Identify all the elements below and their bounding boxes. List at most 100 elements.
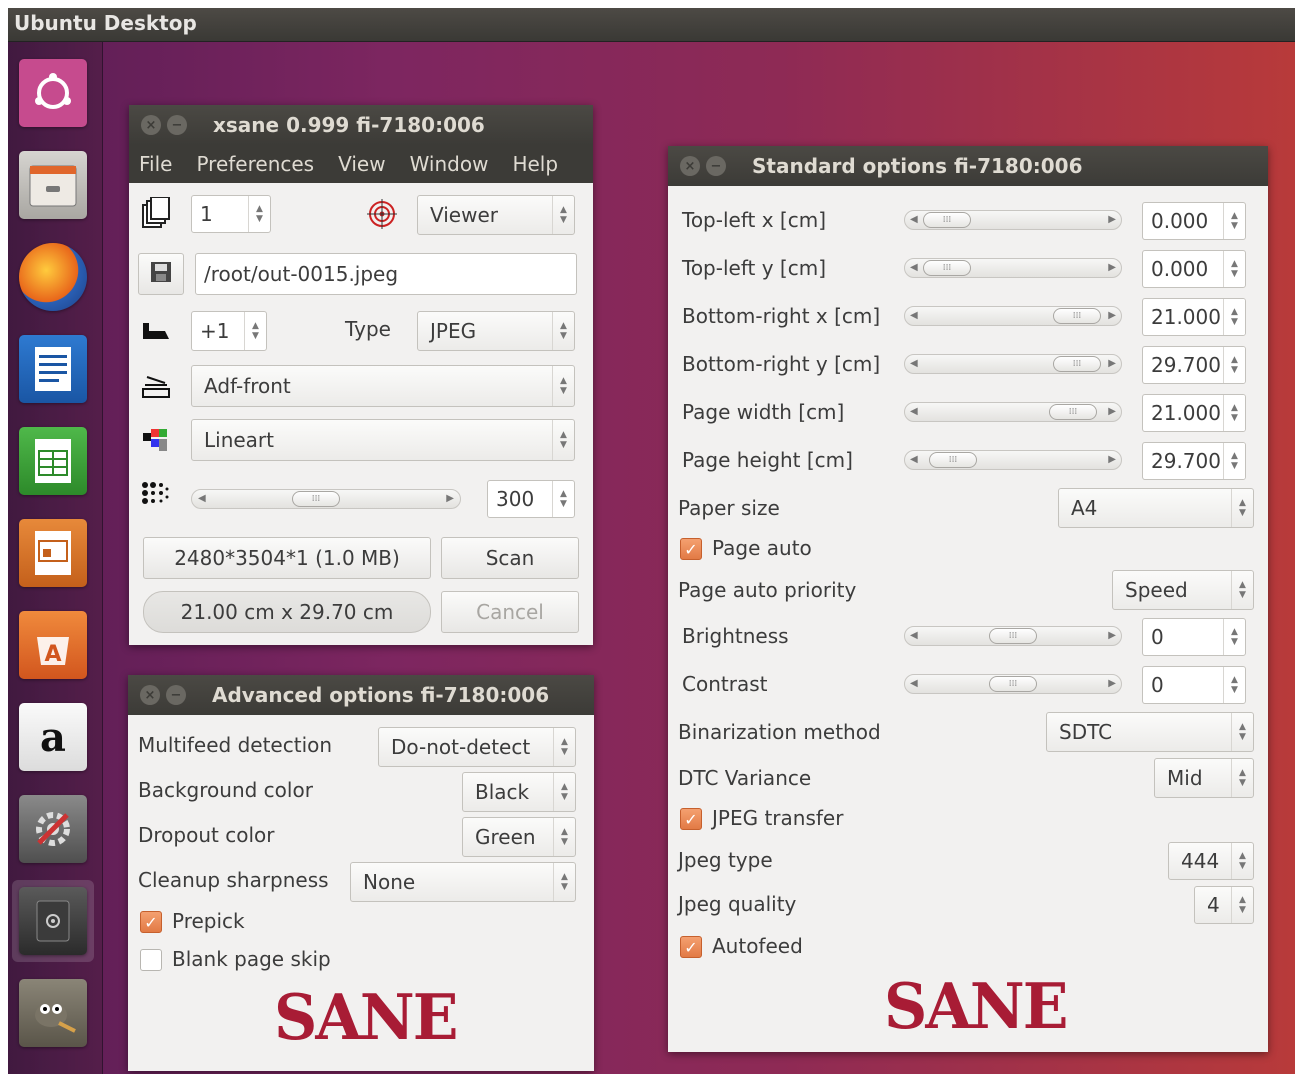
- blank-page-skip-checkbox[interactable]: [140, 949, 162, 971]
- minimize-icon[interactable]: −: [167, 115, 187, 135]
- spin-arrows-icon[interactable]: ▲ ▼: [1223, 619, 1245, 655]
- minimize-icon[interactable]: −: [166, 685, 186, 705]
- brightness-spin[interactable]: 0 ▲ ▼: [1142, 618, 1246, 656]
- jpeg-type-select[interactable]: 444 ▲ ▼: [1168, 842, 1254, 880]
- slider-thumb[interactable]: ⁞⁞⁞: [292, 491, 340, 507]
- page-height-slider[interactable]: ◀ ⁞⁞⁞ ▶: [904, 450, 1122, 470]
- menu-window[interactable]: Window: [410, 152, 489, 176]
- slider-thumb[interactable]: ⁞⁞⁞: [923, 260, 971, 276]
- spin-arrows-icon[interactable]: ▲ ▼: [552, 481, 574, 517]
- save-browse-button[interactable]: [138, 253, 184, 295]
- page-width-slider[interactable]: ◀ ⁞⁞⁞ ▶: [904, 402, 1122, 422]
- bg-color-select[interactable]: Black ▲ ▼: [462, 772, 576, 812]
- menu-file[interactable]: File: [139, 152, 172, 176]
- close-icon[interactable]: ×: [680, 156, 700, 176]
- slider-left-arrow-icon[interactable]: ◀: [910, 355, 918, 373]
- launcher-firefox[interactable]: [12, 236, 94, 318]
- dtc-variance-select[interactable]: Mid ▲ ▼: [1154, 758, 1254, 798]
- slider-right-arrow-icon[interactable]: ▶: [1108, 675, 1116, 693]
- launcher-amazon[interactable]: a: [12, 696, 94, 778]
- slider-thumb[interactable]: ⁞⁞⁞: [1053, 356, 1101, 372]
- slider-left-arrow-icon[interactable]: ◀: [910, 403, 918, 421]
- spin-arrows-icon[interactable]: ▲ ▼: [1223, 667, 1245, 703]
- page-auto-checkbox[interactable]: ✓: [680, 538, 702, 560]
- launcher-software-center[interactable]: A: [12, 604, 94, 686]
- tlx-spin[interactable]: 0.000 ▲ ▼: [1142, 202, 1246, 240]
- tly-slider[interactable]: ◀ ⁞⁞⁞ ▶: [904, 258, 1122, 278]
- launcher-scanner[interactable]: [12, 880, 94, 962]
- cleanup-select[interactable]: None ▲ ▼: [350, 862, 576, 902]
- page-width-spin[interactable]: 21.000 ▲ ▼: [1142, 394, 1246, 432]
- launcher-settings[interactable]: [12, 788, 94, 870]
- bry-spin[interactable]: 29.700 ▲ ▼: [1142, 346, 1246, 384]
- jpeg-quality-select[interactable]: 4 ▲ ▼: [1194, 886, 1254, 924]
- launcher-writer[interactable]: [12, 328, 94, 410]
- mode-select[interactable]: Lineart ▲ ▼: [191, 419, 575, 461]
- spin-arrows-icon[interactable]: ▲ ▼: [244, 312, 266, 350]
- slider-right-arrow-icon[interactable]: ▶: [1108, 307, 1116, 325]
- jpeg-transfer-checkbox[interactable]: ✓: [680, 808, 702, 830]
- slider-thumb[interactable]: ⁞⁞⁞: [989, 628, 1037, 644]
- spin-arrows-icon[interactable]: ▲ ▼: [1223, 203, 1245, 239]
- slider-thumb[interactable]: ⁞⁞⁞: [989, 676, 1037, 692]
- launcher-ubuntu[interactable]: [12, 52, 94, 134]
- resolution-slider[interactable]: ◀ ⁞⁞⁞ ▶: [191, 489, 461, 509]
- slider-right-arrow-icon[interactable]: ▶: [1108, 451, 1116, 469]
- slider-left-arrow-icon[interactable]: ◀: [910, 211, 918, 229]
- slider-right-arrow-icon[interactable]: ▶: [1108, 211, 1116, 229]
- slider-left-arrow-icon[interactable]: ◀: [910, 451, 918, 469]
- increment-spin[interactable]: +1 ▲ ▼: [191, 311, 267, 351]
- menu-view[interactable]: View: [338, 152, 385, 176]
- spin-arrows-icon[interactable]: ▲ ▼: [1223, 443, 1245, 479]
- launcher-calc[interactable]: [12, 420, 94, 502]
- filename-input[interactable]: /root/out-0015.jpeg: [195, 253, 577, 295]
- page-auto-priority-select[interactable]: Speed ▲ ▼: [1112, 570, 1254, 610]
- spin-arrows-icon[interactable]: ▲ ▼: [1223, 251, 1245, 287]
- launcher-files[interactable]: [12, 144, 94, 226]
- menu-preferences[interactable]: Preferences: [196, 152, 314, 176]
- slider-right-arrow-icon[interactable]: ▶: [1108, 259, 1116, 277]
- spin-arrows-icon[interactable]: ▲ ▼: [1223, 395, 1245, 431]
- brightness-slider[interactable]: ◀ ⁞⁞⁞ ▶: [904, 626, 1122, 646]
- slider-left-arrow-icon[interactable]: ◀: [910, 675, 918, 693]
- slider-thumb[interactable]: ⁞⁞⁞: [929, 452, 977, 468]
- autofeed-checkbox[interactable]: ✓: [680, 936, 702, 958]
- type-select[interactable]: JPEG ▲ ▼: [417, 311, 575, 351]
- paper-size-select[interactable]: A4 ▲ ▼: [1058, 488, 1254, 528]
- contrast-spin[interactable]: 0 ▲ ▼: [1142, 666, 1246, 704]
- copies-spin[interactable]: 1 ▲ ▼: [191, 195, 271, 233]
- slider-left-arrow-icon[interactable]: ◀: [910, 307, 918, 325]
- resolution-spin[interactable]: 300 ▲ ▼: [487, 480, 575, 518]
- spin-arrows-icon[interactable]: ▲ ▼: [1223, 299, 1245, 335]
- dropout-select[interactable]: Green ▲ ▼: [462, 817, 576, 857]
- launcher-gimp[interactable]: [12, 972, 94, 1054]
- slider-left-arrow-icon[interactable]: ◀: [910, 627, 918, 645]
- slider-right-arrow-icon[interactable]: ▶: [446, 490, 454, 508]
- bry-slider[interactable]: ◀ ⁞⁞⁞ ▶: [904, 354, 1122, 374]
- close-icon[interactable]: ×: [140, 685, 160, 705]
- page-height-spin[interactable]: 29.700 ▲ ▼: [1142, 442, 1246, 480]
- slider-left-arrow-icon[interactable]: ◀: [198, 490, 206, 508]
- cancel-button[interactable]: Cancel: [441, 591, 579, 633]
- multifeed-select[interactable]: Do-not-detect ▲ ▼: [378, 727, 576, 767]
- binarization-select[interactable]: SDTC ▲ ▼: [1046, 712, 1254, 752]
- brx-spin[interactable]: 21.000 ▲ ▼: [1142, 298, 1246, 336]
- scan-button[interactable]: Scan: [441, 537, 579, 579]
- spin-arrows-icon[interactable]: ▲ ▼: [248, 196, 270, 232]
- slider-thumb[interactable]: ⁞⁞⁞: [923, 212, 971, 228]
- tly-spin[interactable]: 0.000 ▲ ▼: [1142, 250, 1246, 288]
- spin-arrows-icon[interactable]: ▲ ▼: [1223, 347, 1245, 383]
- slider-right-arrow-icon[interactable]: ▶: [1108, 403, 1116, 421]
- slider-right-arrow-icon[interactable]: ▶: [1108, 627, 1116, 645]
- brx-slider[interactable]: ◀ ⁞⁞⁞ ▶: [904, 306, 1122, 326]
- contrast-slider[interactable]: ◀ ⁞⁞⁞ ▶: [904, 674, 1122, 694]
- menu-help[interactable]: Help: [512, 152, 558, 176]
- slider-thumb[interactable]: ⁞⁞⁞: [1053, 308, 1101, 324]
- tlx-slider[interactable]: ◀ ⁞⁞⁞ ▶: [904, 210, 1122, 230]
- minimize-icon[interactable]: −: [706, 156, 726, 176]
- target-select[interactable]: Viewer ▲ ▼: [417, 195, 575, 235]
- source-select[interactable]: Adf-front ▲ ▼: [191, 365, 575, 407]
- slider-thumb[interactable]: ⁞⁞⁞: [1049, 404, 1097, 420]
- slider-left-arrow-icon[interactable]: ◀: [910, 259, 918, 277]
- slider-right-arrow-icon[interactable]: ▶: [1108, 355, 1116, 373]
